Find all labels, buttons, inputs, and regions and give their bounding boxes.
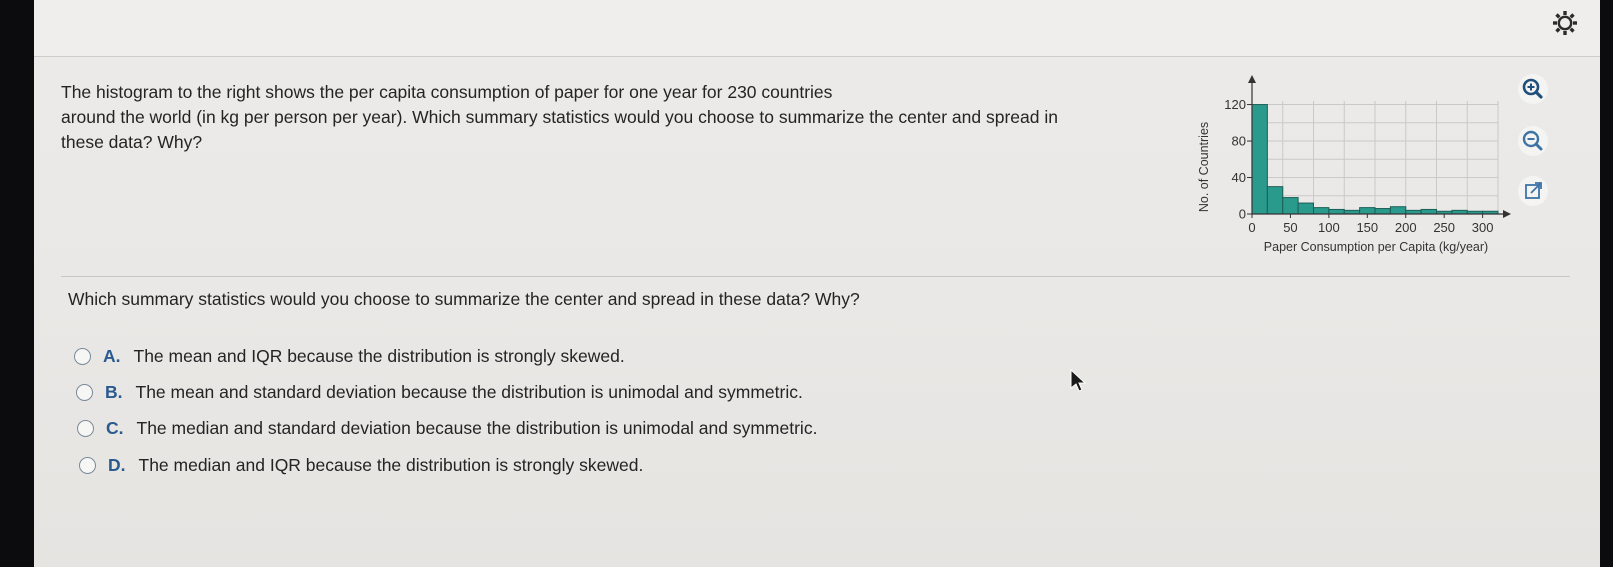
option-text: The median and IQR because the distribut… [138,455,644,475]
histogram-bar [1266,186,1284,215]
x-tick-label: 150 [1356,220,1378,235]
question-screen: The histogram to the right shows the per… [34,0,1600,567]
option-a[interactable]: A. The mean and IQR because the distribu… [74,346,625,367]
gear-icon[interactable] [1550,8,1580,38]
question-line-2: around the world (in kg per person per y… [61,107,1058,127]
radio-button-b[interactable] [76,384,93,401]
y-tick-label: 120 [1224,97,1246,112]
y-axis-label: No. of Countries [1197,122,1211,212]
section-divider [61,276,1570,277]
option-text: The median and standard deviation becaus… [136,418,818,438]
x-tick-label: 300 [1472,220,1494,235]
option-letter: A. [103,346,121,366]
histogram-bar [1328,208,1345,215]
option-b[interactable]: B. The mean and standard deviation becau… [76,382,803,403]
question-text: The histogram to the right shows the per… [61,80,1161,155]
question-line-3: these data? Why? [61,132,203,152]
radio-button-a[interactable] [74,348,91,365]
histogram-bar [1297,202,1314,215]
option-c[interactable]: C. The median and standard deviation bec… [77,418,817,439]
question-line-1: The histogram to the right shows the per… [61,82,833,102]
x-tick-label: 100 [1318,220,1340,235]
x-tick-label: 50 [1283,220,1297,235]
y-tick-label: 40 [1232,170,1246,185]
radio-button-d[interactable] [79,457,96,474]
x-axis-arrow-icon [1503,210,1511,218]
histogram-bar [1359,207,1376,215]
histogram-bar [1251,104,1268,215]
y-tick-label: 80 [1232,134,1246,149]
y-axis-arrow-icon [1248,75,1256,83]
option-letter: B. [105,382,123,402]
radio-button-c[interactable] [77,420,94,437]
option-text: The mean and IQR because the distributio… [133,346,625,366]
figure-tools [1516,72,1556,232]
answer-prompt: Which summary statistics would you choos… [68,289,860,309]
option-d[interactable]: D. The median and IQR because the distri… [79,455,643,476]
zoom-out-icon[interactable] [1516,124,1550,158]
histogram-bar [1389,206,1407,215]
histogram-bar [1313,207,1330,215]
histogram-bar [1420,208,1437,215]
histogram-chart: 0 40 80 120 0 50 100 150 200 250 300 Paper Consumpt… [1197,75,1511,254]
x-tick-label: 0 [1248,220,1255,235]
histogram-bar [1374,208,1391,215]
top-toolbar [34,0,1600,57]
mouse-cursor-icon [1070,368,1087,392]
zoom-in-icon[interactable] [1516,72,1550,106]
option-text: The mean and standard deviation because … [135,382,803,402]
x-tick-label: 200 [1395,220,1417,235]
histogram-bar [1282,197,1299,215]
x-tick-label: 250 [1433,220,1455,235]
option-letter: D. [108,455,126,475]
y-tick-label: 0 [1239,207,1246,222]
option-letter: C. [106,418,124,438]
open-new-window-icon[interactable] [1516,174,1550,208]
x-axis-label: Paper Consumption per Capita (kg/year) [1264,240,1488,254]
